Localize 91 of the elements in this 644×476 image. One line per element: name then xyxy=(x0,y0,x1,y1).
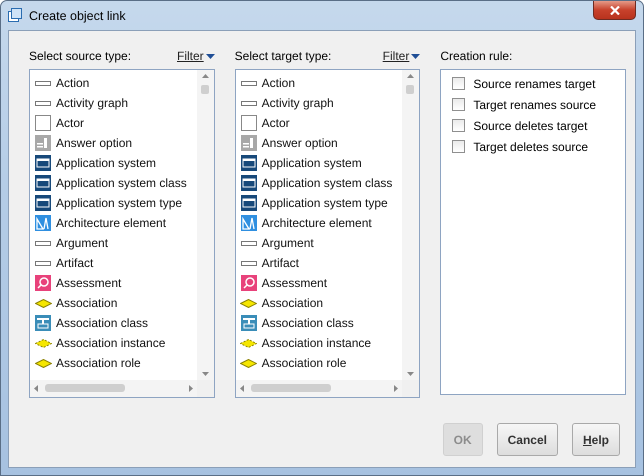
rectangle-icon xyxy=(35,80,51,86)
scroll-thumb[interactable] xyxy=(250,384,331,392)
caret-icon xyxy=(206,54,215,58)
filter-link[interactable]: Filter xyxy=(177,49,215,63)
scroll-thumb[interactable] xyxy=(406,85,414,94)
list-item[interactable]: Artifact xyxy=(262,256,300,270)
close-button[interactable] xyxy=(593,1,636,20)
list-item[interactable]: Application system class xyxy=(262,176,392,190)
list-item[interactable]: Action xyxy=(262,76,296,90)
checkbox[interactable] xyxy=(452,119,466,132)
class-icon xyxy=(240,315,257,331)
class-icon xyxy=(35,315,51,331)
list-item[interactable]: Association instance xyxy=(262,336,372,350)
list-item[interactable]: Architecture element xyxy=(56,216,166,230)
window-icon xyxy=(35,175,51,191)
scroll-thumb[interactable] xyxy=(200,85,209,94)
diamond-icon xyxy=(240,358,258,368)
rectangle-icon xyxy=(240,260,257,266)
list-item[interactable]: Application system type xyxy=(262,196,388,210)
horizontal-scrollbar[interactable] xyxy=(236,380,402,397)
vertical-scrollbar[interactable] xyxy=(196,70,214,380)
list-item[interactable]: Application system xyxy=(262,156,362,170)
rectangle-icon xyxy=(240,80,257,86)
window-title: Create object link xyxy=(29,8,126,22)
scroll-thumb[interactable] xyxy=(45,384,125,392)
checkbox-label[interactable]: Target renames source xyxy=(473,98,596,112)
window-icon xyxy=(8,8,23,23)
dialog-button[interactable]: Help xyxy=(572,423,620,456)
diamond-icon xyxy=(34,358,52,368)
compass-icon xyxy=(35,215,51,231)
square-icon xyxy=(35,115,51,131)
list-item[interactable]: Artifact xyxy=(56,256,94,270)
list-item[interactable]: Association class xyxy=(56,316,148,330)
list-item[interactable]: Assessment xyxy=(262,276,328,290)
list-item[interactable]: Activity graph xyxy=(56,96,128,110)
dashed-diamond-icon xyxy=(34,338,52,348)
list-item[interactable]: Association role xyxy=(262,356,346,370)
dialog-button[interactable]: Cancel xyxy=(496,423,558,456)
rectangle-icon xyxy=(240,100,257,106)
list-item[interactable]: Argument xyxy=(262,236,314,250)
list-item[interactable]: Action xyxy=(56,76,90,90)
checkbox[interactable] xyxy=(452,77,466,90)
list-item[interactable]: Application system type xyxy=(56,196,182,210)
checkbox-label[interactable]: Target deletes source xyxy=(473,140,588,154)
list-item[interactable]: Actor xyxy=(262,116,290,130)
list-item[interactable]: Answer option xyxy=(262,136,338,150)
list-item[interactable]: Application system xyxy=(56,156,156,170)
window-icon xyxy=(240,175,257,191)
diamond-icon xyxy=(240,298,258,308)
close-icon xyxy=(610,6,620,14)
list-label: Select source type: xyxy=(29,49,132,63)
scrollbar-corner xyxy=(196,380,214,397)
rectangle-icon xyxy=(35,240,51,246)
list-item[interactable]: Actor xyxy=(56,116,84,130)
window-icon xyxy=(240,195,257,211)
caret-icon xyxy=(411,54,420,58)
list-item[interactable]: Application system class xyxy=(56,176,187,190)
list-item[interactable]: Argument xyxy=(56,236,108,250)
scrollbar-corner xyxy=(402,380,420,397)
answer-icon xyxy=(35,135,51,151)
dashed-diamond-icon xyxy=(240,338,258,348)
list-item[interactable]: Activity graph xyxy=(262,96,334,110)
rectangle-icon xyxy=(35,260,51,266)
horizontal-scrollbar[interactable] xyxy=(30,380,197,397)
list-item[interactable]: Association class xyxy=(262,316,354,330)
checkbox-label[interactable]: Source deletes target xyxy=(473,118,588,132)
square-icon xyxy=(240,115,257,131)
magnifier-icon xyxy=(240,275,257,291)
list-item[interactable]: Answer option xyxy=(56,136,132,150)
list-label: Select target type: xyxy=(234,49,332,63)
diamond-icon xyxy=(34,298,52,308)
list-item[interactable]: Association role xyxy=(56,356,141,370)
list-item[interactable]: Association xyxy=(262,296,324,310)
checkbox[interactable] xyxy=(452,98,466,111)
window-icon xyxy=(240,155,257,171)
rectangle-icon xyxy=(240,240,257,246)
window-icon xyxy=(35,155,51,171)
checkbox-label[interactable]: Source renames target xyxy=(473,76,596,90)
list-item[interactable]: Architecture element xyxy=(262,216,372,230)
rule-label: Creation rule: xyxy=(440,48,514,64)
checkbox[interactable] xyxy=(452,140,466,153)
answer-icon xyxy=(240,135,257,151)
filter-link[interactable]: Filter xyxy=(382,49,420,63)
magnifier-icon xyxy=(35,275,51,291)
compass-icon xyxy=(240,215,257,231)
list-item[interactable]: Association xyxy=(56,296,118,310)
list-item[interactable]: Assessment xyxy=(56,276,122,290)
vertical-scrollbar[interactable] xyxy=(402,70,420,380)
window-icon xyxy=(35,195,51,211)
list-item[interactable]: Association instance xyxy=(56,336,166,350)
rectangle-icon xyxy=(35,100,51,106)
